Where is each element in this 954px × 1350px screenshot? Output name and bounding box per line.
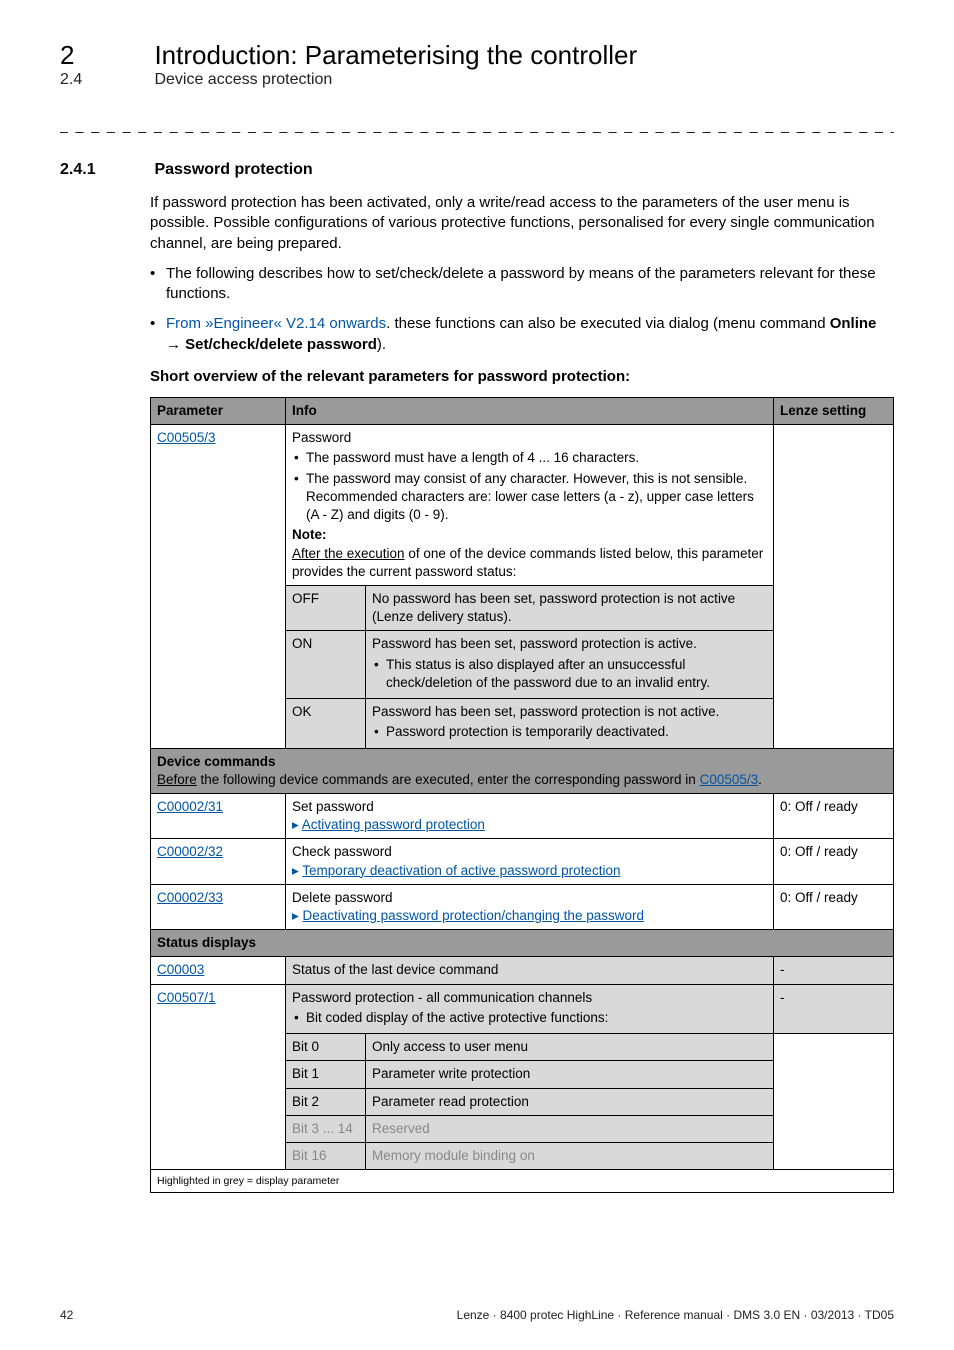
group-header-status-displays: Status displays [151, 930, 894, 957]
state-key-ok: OK [286, 699, 366, 748]
lenze-setting: 0: Off / ready [774, 793, 894, 838]
state-key-off: OFF [286, 585, 366, 630]
cell-title: Password [292, 429, 767, 447]
triangle-icon: ▸ [292, 908, 303, 923]
list-item: Password protection is temporarily deact… [372, 723, 767, 741]
state-value-on: Password has been set, password protecti… [372, 635, 767, 653]
bit-key-reserved: Bit 3 ... 14 [286, 1115, 366, 1142]
param-link-c00505-3[interactable]: C00505/3 [157, 430, 216, 445]
param-link-c00002-33[interactable]: C00002/33 [157, 890, 223, 905]
lenze-setting: 0: Off / ready [774, 839, 894, 884]
cell-title: Check password [292, 843, 767, 861]
table-footnote-row: Highlighted in grey = display parameter [151, 1170, 894, 1193]
page-number: 42 [60, 1308, 73, 1322]
topic-link[interactable]: Activating password protection [302, 817, 485, 832]
group-header-device-commands: Device commands Before the following dev… [151, 748, 894, 793]
col-parameter: Parameter [151, 398, 286, 425]
subsection-header: 2.4.1 Password protection [60, 161, 894, 179]
bit-value-reserved: Reserved [366, 1115, 774, 1142]
note-text: After the execution of one of the device… [292, 545, 767, 581]
list-item: Bit coded display of the active protecti… [292, 1009, 767, 1027]
bit-value: Only access to user menu [366, 1034, 774, 1061]
text-fragment: . these functions can also be executed v… [386, 315, 830, 332]
triangle-icon: ▸ [292, 817, 302, 832]
topic-link[interactable]: Deactivating password protection/changin… [303, 908, 644, 923]
table-row: C00003 Status of the last device command… [151, 957, 894, 984]
engineer-version-link[interactable]: From »Engineer« V2.14 onwards [166, 315, 386, 332]
table-row: C00505/3 Password The password must have… [151, 425, 894, 586]
param-link-c00002-31[interactable]: C00002/31 [157, 799, 223, 814]
col-info: Info [286, 398, 774, 425]
intro-bullet-2: From »Engineer« V2.14 onwards. these fun… [150, 314, 894, 355]
bit-key: Bit 1 [286, 1061, 366, 1088]
footer-text: Lenze · 8400 protec HighLine · Reference… [457, 1308, 894, 1322]
page-footer: 42 Lenze · 8400 protec HighLine · Refere… [60, 1308, 894, 1322]
param-link-c00505-3-ref[interactable]: C00505/3 [700, 772, 759, 787]
table-row: C00002/33 Delete password ▸ Deactivating… [151, 884, 894, 929]
col-lenze-setting: Lenze setting [774, 398, 894, 425]
param-link-c00507-1[interactable]: C00507/1 [157, 990, 216, 1005]
list-item: The password must have a length of 4 ...… [292, 449, 767, 467]
bit-value: Parameter write protection [366, 1061, 774, 1088]
arrow-icon: → [166, 336, 185, 353]
menu-command: Set/check/delete password [185, 336, 377, 353]
lenze-setting: 0: Off / ready [774, 884, 894, 929]
group-title: Status displays [157, 935, 256, 950]
intro-paragraph: If password protection has been activate… [150, 193, 894, 254]
lenze-setting: - [774, 984, 894, 1033]
overview-heading: Short overview of the relevant parameter… [150, 367, 894, 387]
param-link-c00003[interactable]: C00003 [157, 962, 204, 977]
note-label: Note: [292, 527, 327, 542]
bit-value: Memory module binding on [366, 1143, 774, 1170]
table-row: C00002/32 Check password ▸ Temporary dea… [151, 839, 894, 884]
list-item: The password may consist of any characte… [292, 470, 767, 525]
table-header-row: Parameter Info Lenze setting [151, 398, 894, 425]
state-value-ok: Password has been set, password protecti… [372, 703, 767, 721]
section-title: Device access protection [154, 71, 332, 88]
menu-name-online: Online [830, 315, 877, 332]
bit-key: Bit 0 [286, 1034, 366, 1061]
divider-dashes: _ _ _ _ _ _ _ _ _ _ _ _ _ _ _ _ _ _ _ _ … [60, 117, 894, 133]
text-underlined: Before [157, 772, 197, 787]
cell-title: Set password [292, 798, 767, 816]
text-underlined: After the execution [292, 546, 405, 561]
triangle-icon: ▸ [292, 863, 302, 878]
chapter-header: 2 Introduction: Parameterising the contr… [60, 40, 894, 71]
group-title: Device commands [157, 754, 276, 769]
section-header: 2.4 Device access protection [60, 71, 894, 89]
table-row: C00507/1 Password protection - all commu… [151, 984, 894, 1033]
bit-key: Bit 16 [286, 1143, 366, 1170]
section-number: 2.4 [60, 71, 150, 89]
param-link-c00002-32[interactable]: C00002/32 [157, 844, 223, 859]
intro-bullet-1: The following describes how to set/check… [150, 264, 894, 305]
table-footnote: Highlighted in grey = display parameter [151, 1170, 894, 1193]
text-fragment: ). [377, 336, 386, 353]
parameters-table: Parameter Info Lenze setting C00505/3 Pa… [150, 397, 894, 1193]
state-value-off: No password has been set, password prote… [366, 585, 774, 630]
state-key-on: ON [286, 631, 366, 699]
bit-value: Parameter read protection [366, 1088, 774, 1115]
cell-title: Password protection - all communication … [292, 989, 767, 1007]
text-fragment: the following device commands are execut… [197, 772, 700, 787]
chapter-title: Introduction: Parameterising the control… [154, 40, 637, 70]
subsection-number: 2.4.1 [60, 161, 150, 179]
cell-title: Status of the last device command [286, 957, 774, 984]
topic-link[interactable]: Temporary deactivation of active passwor… [302, 863, 620, 878]
subsection-title: Password protection [154, 161, 312, 178]
chapter-number: 2 [60, 40, 150, 71]
bit-key: Bit 2 [286, 1088, 366, 1115]
table-row: C00002/31 Set password ▸ Activating pass… [151, 793, 894, 838]
lenze-setting: - [774, 957, 894, 984]
cell-title: Delete password [292, 889, 767, 907]
list-item: This status is also displayed after an u… [372, 656, 767, 692]
